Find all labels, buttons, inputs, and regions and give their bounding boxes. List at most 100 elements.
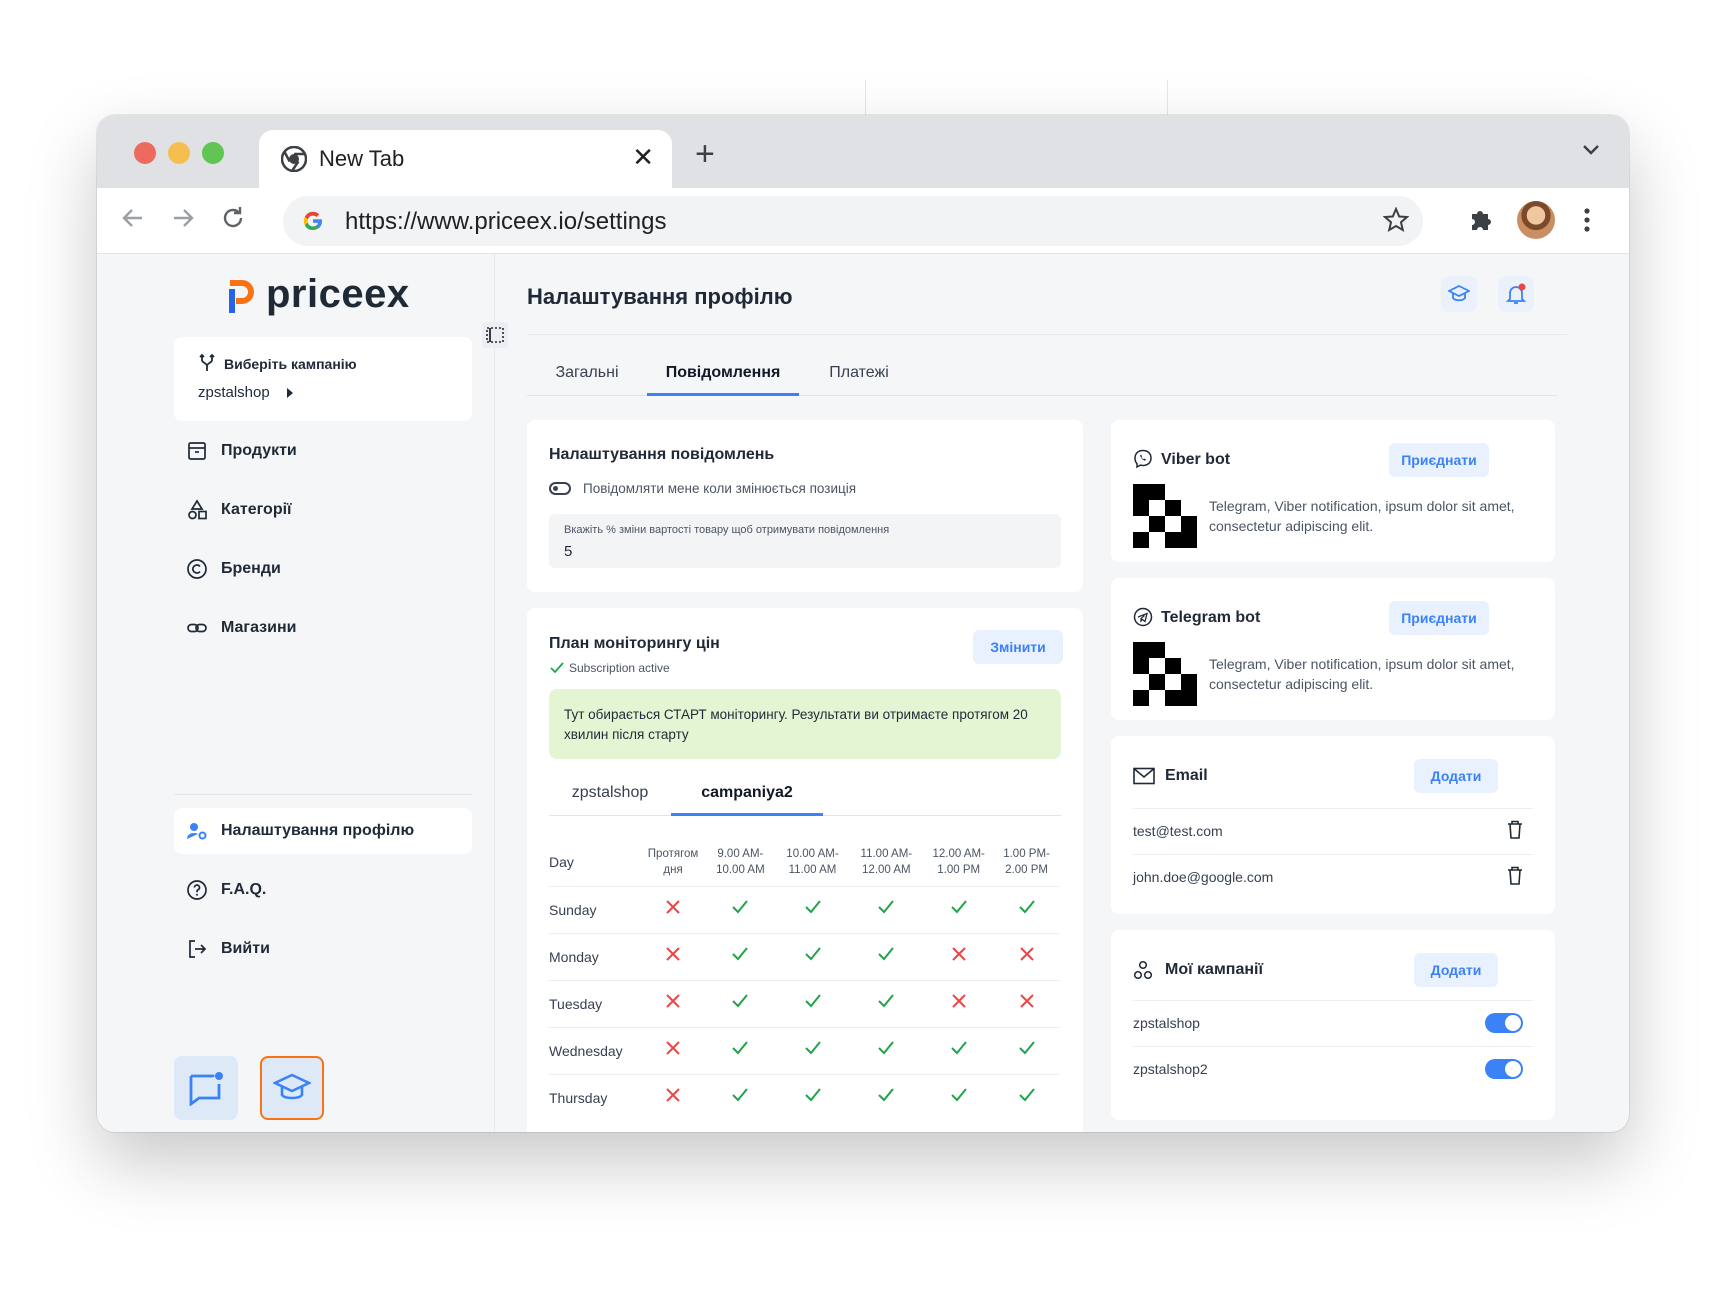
subscription-status: Subscription active: [569, 661, 670, 675]
connect-viber-button[interactable]: Приєднати: [1389, 443, 1489, 477]
schedule-cell[interactable]: [775, 979, 850, 1027]
more-vertical-icon[interactable]: [1583, 206, 1591, 234]
schedule-cell[interactable]: [705, 932, 776, 980]
address-bar[interactable]: https://www.priceex.io/settings: [283, 196, 1423, 246]
tutorial-button[interactable]: [260, 1056, 324, 1120]
connect-telegram-button[interactable]: Приєднати: [1389, 601, 1489, 635]
schedule-row: Tuesday: [549, 979, 1059, 1027]
check-icon: [1018, 1039, 1036, 1057]
schedule-cell[interactable]: [705, 1026, 776, 1074]
schedule-cell[interactable]: [705, 979, 776, 1027]
collapse-sidebar-button[interactable]: [482, 322, 508, 348]
schedule-cell[interactable]: [849, 1073, 924, 1121]
campaign-selector[interactable]: Виберіть кампанію zpstalshop: [174, 337, 472, 421]
forward-arrow-icon[interactable]: [169, 204, 197, 232]
schedule-cell[interactable]: [641, 885, 706, 933]
schedule-cell[interactable]: [775, 1073, 850, 1121]
schedule-cell[interactable]: [775, 1026, 850, 1074]
check-icon: [877, 1086, 895, 1104]
telegram-qr-code[interactable]: [1133, 642, 1197, 706]
logo[interactable]: priceex: [224, 272, 410, 317]
graduation-cap-icon: [1448, 284, 1470, 302]
schedule-cell[interactable]: [641, 932, 706, 980]
check-icon: [877, 945, 895, 963]
viber-qr-code[interactable]: [1133, 484, 1197, 548]
row-divider: [1133, 808, 1533, 809]
telegram-icon: [1133, 607, 1153, 627]
profile-avatar[interactable]: [1517, 201, 1555, 239]
schedule-cell[interactable]: [849, 1026, 924, 1074]
schedule-cell[interactable]: [641, 1026, 706, 1074]
schedule-cell[interactable]: [641, 1073, 706, 1121]
browser-tab[interactable]: New Tab ✕: [259, 130, 672, 188]
add-email-button[interactable]: Додати: [1414, 759, 1498, 793]
tab-general[interactable]: Загальні: [527, 352, 647, 396]
change-plan-button[interactable]: Змінити: [973, 630, 1063, 664]
campaign-toggle[interactable]: [1485, 1059, 1523, 1079]
schedule-cell[interactable]: [994, 932, 1059, 980]
position-change-toggle[interactable]: [549, 482, 571, 495]
back-arrow-icon[interactable]: [119, 204, 147, 232]
email-address: test@test.com: [1133, 823, 1223, 839]
campaign-toggle[interactable]: [1485, 1013, 1523, 1033]
schedule-cell[interactable]: [641, 979, 706, 1027]
schedule-cell[interactable]: [775, 885, 850, 933]
sidebar-item-categories[interactable]: Категорії: [174, 487, 472, 533]
card-title: Мої кампанії: [1165, 961, 1263, 978]
schedule-cell[interactable]: [849, 932, 924, 980]
sidebar-item-profile-settings[interactable]: Налаштування профілю: [174, 808, 472, 854]
new-tab-icon[interactable]: +: [695, 137, 715, 171]
caret-right-icon: [287, 388, 293, 398]
schedule-cell[interactable]: [923, 932, 995, 980]
mail-icon: [1133, 767, 1155, 785]
add-campaign-button[interactable]: Додати: [1414, 953, 1498, 987]
notifications-button[interactable]: [1498, 276, 1534, 312]
sidebar-item-products[interactable]: Продукти: [174, 428, 472, 474]
schedule-cell[interactable]: [705, 885, 776, 933]
page-title: Налаштування профілю: [527, 284, 793, 309]
schedule-cell[interactable]: [994, 979, 1059, 1027]
trash-icon[interactable]: [1507, 820, 1523, 840]
campaign-tab-campaniya2[interactable]: campaniya2: [671, 770, 823, 816]
tab-payments[interactable]: Платежі: [799, 352, 919, 396]
sidebar-item-faq[interactable]: F.A.Q.: [174, 867, 472, 913]
schedule-cell[interactable]: [994, 1073, 1059, 1121]
trash-icon[interactable]: [1507, 866, 1523, 886]
close-window-dot[interactable]: [134, 142, 156, 164]
browser-toolbar: https://www.priceex.io/settings: [97, 188, 1629, 254]
sidebar-collapse-icon: [486, 327, 504, 343]
sidebar-item-logout[interactable]: Вийти: [174, 926, 472, 972]
minimize-window-dot[interactable]: [168, 142, 190, 164]
schedule-cell[interactable]: [923, 885, 995, 933]
price-change-field[interactable]: Вкажіть % зміни вартості товару щоб отри…: [549, 514, 1061, 568]
cross-icon: [950, 945, 968, 963]
chevron-down-icon[interactable]: [1581, 143, 1601, 157]
schedule-cell[interactable]: [994, 885, 1059, 933]
schedule-cell[interactable]: [923, 1026, 995, 1074]
maximize-window-dot[interactable]: [202, 142, 224, 164]
reload-icon[interactable]: [219, 204, 247, 232]
day-cell: Wednesday: [549, 1026, 641, 1074]
schedule-cell[interactable]: [923, 979, 995, 1027]
close-tab-icon[interactable]: ✕: [632, 142, 654, 173]
tab-notifications[interactable]: Повідомлення: [647, 352, 799, 396]
schedule-header-row: Day Протягом дня 9.00 AM- 10.00 AM 10.00…: [549, 838, 1059, 886]
sidebar-divider: [174, 794, 472, 795]
bookmark-star-icon[interactable]: [1383, 207, 1409, 233]
sidebar-item-brands[interactable]: Бренди: [174, 546, 472, 592]
campaign-tab-zpstalshop[interactable]: zpstalshop: [549, 770, 671, 816]
sidebar-item-shops[interactable]: Магазини: [174, 605, 472, 651]
schedule-cell[interactable]: [775, 932, 850, 980]
tutorial-header-button[interactable]: [1441, 276, 1477, 312]
schedule-cell[interactable]: [994, 1026, 1059, 1074]
chat-support-button[interactable]: [174, 1056, 238, 1120]
schedule-cell[interactable]: [849, 979, 924, 1027]
schedule-cell[interactable]: [705, 1073, 776, 1121]
schedule-cell[interactable]: [923, 1073, 995, 1121]
telegram-bot-card: Telegram bot Приєднати Telegram, Viber n…: [1111, 578, 1555, 720]
schedule-cell[interactable]: [849, 885, 924, 933]
campaign-name: zpstalshop: [1133, 1015, 1200, 1031]
extensions-puzzle-icon[interactable]: [1467, 205, 1495, 233]
check-icon: [804, 1039, 822, 1057]
screenshot-stage: New Tab ✕ + https://www.priceex.io/setti…: [0, 0, 1724, 1310]
